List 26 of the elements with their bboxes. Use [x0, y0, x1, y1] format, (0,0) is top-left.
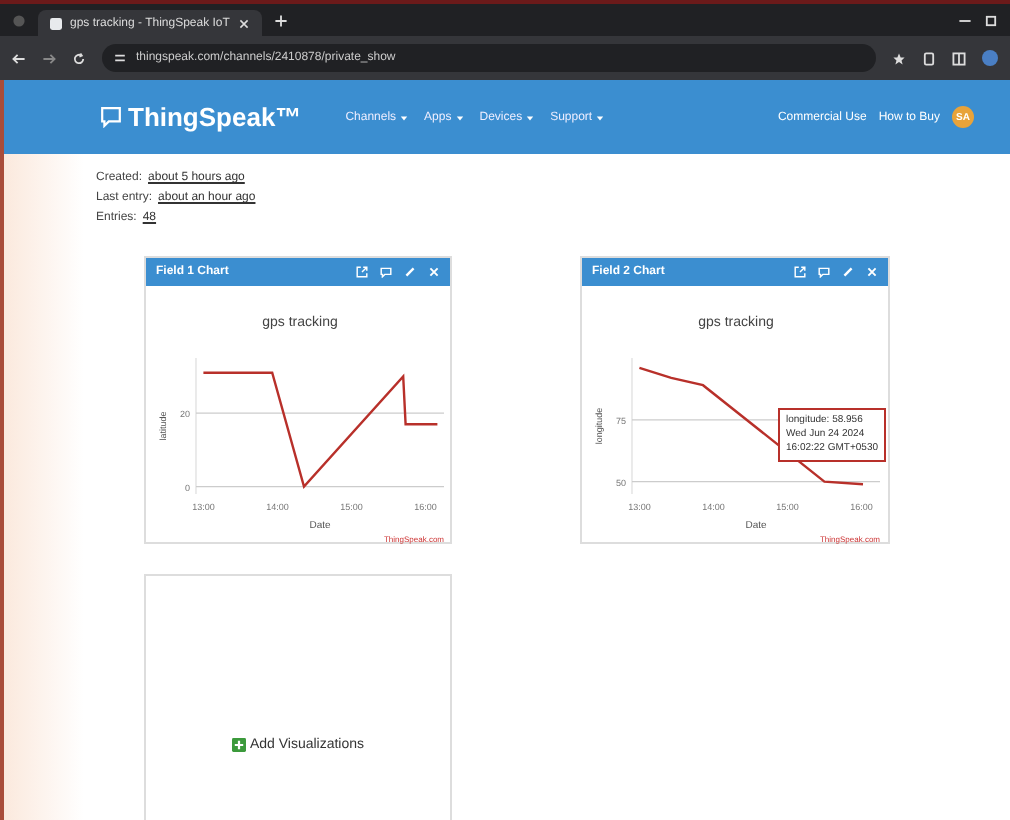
- tab-search-icon[interactable]: [12, 13, 26, 27]
- back-icon[interactable]: [12, 51, 26, 65]
- external-link-icon[interactable]: [356, 266, 368, 278]
- extension-icon[interactable]: [922, 51, 936, 65]
- comment-icon[interactable]: [818, 266, 830, 278]
- pencil-icon[interactable]: [404, 266, 416, 278]
- pencil-icon[interactable]: [842, 266, 854, 278]
- comment-icon[interactable]: [380, 266, 392, 278]
- reload-icon[interactable]: [72, 51, 86, 65]
- close-icon[interactable]: [237, 17, 250, 29]
- star-icon[interactable]: [892, 51, 906, 65]
- caret-icon: [455, 113, 464, 121]
- site-info-icon[interactable]: [114, 52, 126, 64]
- page-icon: [50, 17, 62, 29]
- caret-icon: [400, 113, 409, 121]
- profile-icon[interactable]: [982, 50, 998, 66]
- restore-icon[interactable]: [984, 13, 998, 27]
- new-tab-icon[interactable]: [273, 13, 288, 27]
- caret-icon: [526, 113, 535, 121]
- caret-icon: [596, 113, 605, 121]
- chat-bubble-icon: [100, 106, 122, 128]
- logo-text[interactable]: ThingSpeak™: [128, 102, 302, 132]
- forward-icon[interactable]: [42, 51, 56, 65]
- external-link-icon[interactable]: [794, 266, 806, 278]
- sidebar-icon[interactable]: [952, 51, 966, 65]
- plus-icon: [231, 737, 246, 751]
